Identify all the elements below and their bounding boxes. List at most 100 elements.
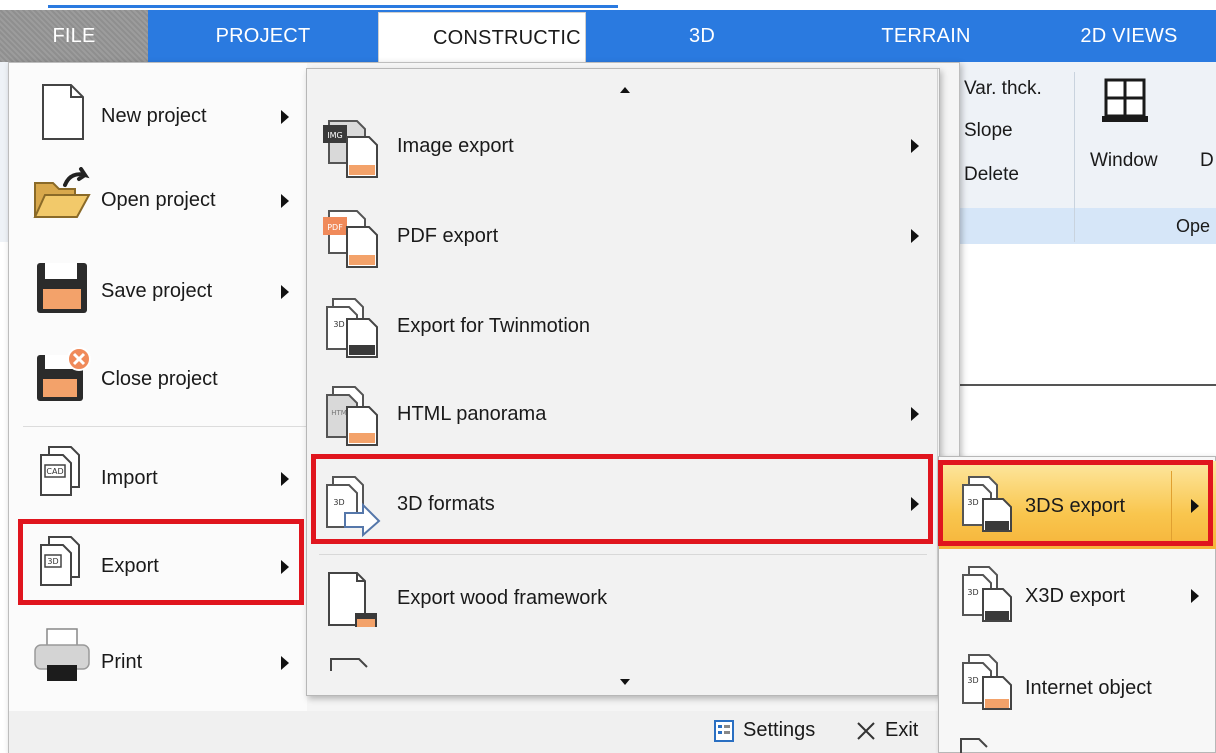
menu-item-internet-object[interactable]: 3D Internet object xyxy=(939,639,1216,727)
application-window: FILE PROJECT CONSTRUCTIC 3D TERRAIN 2D V… xyxy=(0,0,1216,753)
submenu-arrow-icon xyxy=(911,497,919,511)
tab-3d[interactable]: 3D xyxy=(586,10,818,62)
menu-item-3d-formats[interactable]: 3D 3D formats xyxy=(307,459,939,547)
submenu-arrow-icon xyxy=(281,285,289,299)
html-panorama-label: HTML panorama xyxy=(397,403,547,425)
menu-item-new-project[interactable]: New project xyxy=(9,69,307,157)
settings-button[interactable]: Settings xyxy=(713,719,815,742)
tab-construction-label: CONSTRUCTIC xyxy=(433,27,581,49)
new-document-icon xyxy=(42,84,84,140)
menu-item-3ds-export[interactable]: 3D 3DS export xyxy=(939,461,1216,549)
svg-text:CAD: CAD xyxy=(46,467,63,476)
split-button-divider xyxy=(1171,471,1172,543)
tab-project[interactable]: PROJECT xyxy=(148,10,378,62)
print-label: Print xyxy=(101,651,143,673)
export-icon: 3D xyxy=(40,536,80,586)
tab-project-label: PROJECT xyxy=(215,24,311,47)
svg-text:PDF: PDF xyxy=(327,223,343,232)
tab-file-label: FILE xyxy=(52,24,96,47)
partially-hidden-item-icon xyxy=(960,738,988,753)
window-button[interactable]: Window xyxy=(1090,150,1158,172)
export-twinmotion-label: Export for Twinmotion xyxy=(397,315,591,337)
svg-text:3D: 3D xyxy=(333,320,344,329)
x3d-export-label: X3D export xyxy=(1025,585,1126,607)
submenu-arrow-icon xyxy=(281,194,289,208)
tab-terrain-label: TERRAIN xyxy=(881,24,971,47)
ribbon-group-label: Ope xyxy=(1176,216,1211,236)
x3d-export-icon: 3D xyxy=(962,566,1012,622)
workarea-edge-line xyxy=(958,384,1216,386)
twinmotion-export-icon: 3D xyxy=(326,298,378,358)
submenu-arrow-icon[interactable] xyxy=(1191,499,1199,513)
image-export-label: Image export xyxy=(397,135,514,157)
import-label: Import xyxy=(101,467,158,489)
menu-item-import[interactable]: CAD Import xyxy=(9,433,307,521)
tab-file[interactable]: FILE xyxy=(0,10,148,62)
menu-item-close-project[interactable]: Close project xyxy=(9,333,307,421)
submenu-arrow-icon xyxy=(281,472,289,486)
close-project-label: Close project xyxy=(101,368,218,390)
menu-item-x3d-export[interactable]: 3D X3D export xyxy=(939,551,1216,639)
tab-construction[interactable]: CONSTRUCTIC xyxy=(378,12,586,64)
menu-item-html-panorama[interactable]: HTM HTML panorama xyxy=(307,369,939,457)
export-submenu: IMG Image export PDF PDF export 3D Expor… xyxy=(306,68,940,696)
new-project-label: New project xyxy=(101,105,207,127)
ribbon-tab-bar: FILE PROJECT CONSTRUCTIC 3D TERRAIN 2D V… xyxy=(0,0,1216,64)
menu-item-open-project[interactable]: Open project xyxy=(9,157,307,245)
submenu-arrow-icon xyxy=(1191,589,1199,603)
scroll-down-arrow-icon[interactable] xyxy=(620,679,630,685)
internet-object-label: Internet object xyxy=(1025,677,1152,699)
menu-item-export[interactable]: 3D Export xyxy=(9,521,307,609)
exit-button[interactable]: Exit xyxy=(855,719,918,742)
delete-button[interactable]: Delete xyxy=(964,164,1019,186)
exit-label: Exit xyxy=(885,719,919,741)
menu-item-pdf-export[interactable]: PDF PDF export xyxy=(307,191,939,279)
wood-framework-export-icon xyxy=(328,572,377,627)
svg-text:3D: 3D xyxy=(967,676,978,685)
settings-label: Settings xyxy=(743,719,816,741)
internet-object-icon: 3D xyxy=(962,654,1012,710)
html-panorama-icon: HTM xyxy=(326,386,378,446)
tab-bar-accent-line xyxy=(48,5,618,8)
menu-item-print[interactable]: Print xyxy=(9,615,307,703)
menu-item-export-twinmotion[interactable]: 3D Export for Twinmotion xyxy=(307,281,939,369)
submenu-arrow-icon xyxy=(281,560,289,574)
partially-hidden-item-icon xyxy=(330,658,368,671)
submenu-arrow-icon xyxy=(911,407,919,421)
pdf-export-label: PDF export xyxy=(397,225,499,247)
svg-text:HTM: HTM xyxy=(331,409,347,417)
scroll-up-arrow-icon[interactable] xyxy=(620,87,630,93)
3ds-export-label: 3DS export xyxy=(1025,495,1126,517)
3d-formats-icon: 3D xyxy=(326,476,381,537)
cad-import-icon: CAD xyxy=(40,446,80,496)
file-menu-footer: Settings Exit xyxy=(9,711,959,753)
3d-formats-submenu: 3D 3DS export 3D X3D export 3D Internet … xyxy=(938,456,1216,753)
menu-item-image-export[interactable]: IMG Image export xyxy=(307,101,939,189)
image-export-icon: IMG xyxy=(323,120,378,178)
floppy-disk-icon xyxy=(37,263,87,313)
open-folder-icon xyxy=(33,167,91,218)
slope-button[interactable]: Slope xyxy=(964,120,1013,142)
svg-text:IMG: IMG xyxy=(327,131,342,140)
open-project-label: Open project xyxy=(101,189,216,211)
printer-icon xyxy=(34,628,90,681)
submenu-arrow-icon xyxy=(911,229,919,243)
settings-icon xyxy=(714,719,734,742)
menu-item-save-project[interactable]: Save project xyxy=(9,245,307,333)
door-button[interactable]: D xyxy=(1200,150,1214,172)
tab-2d-views[interactable]: 2D VIEWS xyxy=(1034,10,1216,62)
export-wood-framework-label: Export wood framework xyxy=(397,587,608,609)
tab-2d-views-label: 2D VIEWS xyxy=(1080,24,1178,47)
window-icon xyxy=(1102,78,1148,122)
var-thickness-button[interactable]: Var. thck. xyxy=(964,78,1042,100)
svg-text:3D: 3D xyxy=(47,557,58,566)
svg-text:3D: 3D xyxy=(967,588,978,597)
export-label: Export xyxy=(101,555,159,577)
submenu-arrow-icon xyxy=(911,139,919,153)
menu-item-export-wood-framework[interactable]: Export wood framework xyxy=(307,553,939,641)
tab-terrain[interactable]: TERRAIN xyxy=(818,10,1034,62)
ribbon-group-separator xyxy=(1074,72,1075,242)
3ds-export-icon: 3D xyxy=(962,476,1012,532)
svg-text:3D: 3D xyxy=(967,498,978,507)
file-menu-commands: New project Open project Save project Cl… xyxy=(9,63,307,711)
